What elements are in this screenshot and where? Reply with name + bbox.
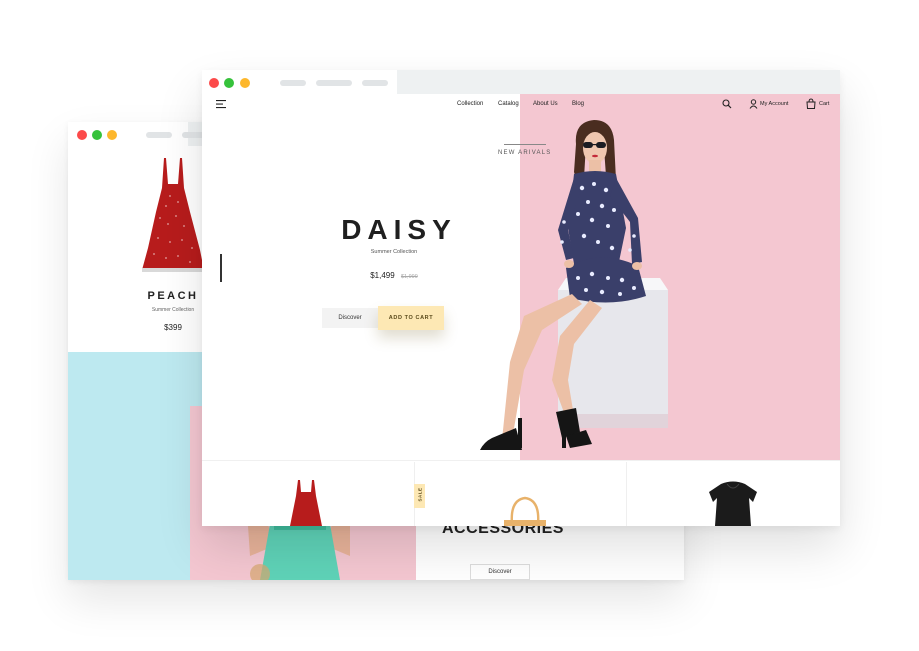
hero-price: $1,499 xyxy=(370,271,395,280)
handbag-thumbnail[interactable] xyxy=(500,494,550,526)
red-dress-thumbnail[interactable] xyxy=(288,480,324,526)
search-icon[interactable] xyxy=(722,99,732,109)
hero-old-price: $1,999 xyxy=(400,274,418,280)
cart-link[interactable]: Cart xyxy=(819,101,829,107)
front-browser-window: Collection Catalog About Us Blog My Acco… xyxy=(202,70,840,526)
cart-icon[interactable] xyxy=(806,98,816,109)
model-photo xyxy=(480,120,668,450)
discover-button[interactable]: Discover xyxy=(470,564,530,580)
maximize-window-icon[interactable] xyxy=(240,78,250,88)
hero-subtitle: Summer Collection xyxy=(370,249,418,255)
close-window-icon[interactable] xyxy=(77,130,87,140)
my-account-link[interactable]: My Account xyxy=(760,101,788,107)
hero-title: DAISY xyxy=(341,214,457,245)
minimize-window-icon[interactable] xyxy=(92,130,102,140)
nav-item-catalog[interactable]: Catalog xyxy=(498,101,519,107)
blue-promo-panel xyxy=(68,352,202,580)
nav-item-about-us[interactable]: About Us xyxy=(533,101,558,107)
divider xyxy=(626,462,627,526)
user-icon[interactable] xyxy=(749,99,758,109)
browser-tab-placeholder[interactable] xyxy=(316,80,352,86)
add-to-cart-button[interactable]: ADD TO CART xyxy=(378,306,444,330)
menu-icon[interactable] xyxy=(216,99,228,109)
black-dress-thumbnail[interactable] xyxy=(705,480,761,526)
slider-indicator[interactable] xyxy=(220,254,222,282)
browser-tab-placeholder[interactable] xyxy=(280,80,306,86)
browser-toolbar xyxy=(202,70,840,94)
red-dress-image xyxy=(142,158,204,272)
browser-tab-placeholder[interactable] xyxy=(362,80,388,86)
maximize-window-icon[interactable] xyxy=(107,130,117,140)
nav-item-blog[interactable]: Blog xyxy=(572,101,584,107)
close-window-icon[interactable] xyxy=(209,78,219,88)
discover-button[interactable]: Discover xyxy=(322,308,378,328)
sale-label: SALE xyxy=(417,487,423,502)
browser-tab-placeholder[interactable] xyxy=(146,132,172,138)
minimize-window-icon[interactable] xyxy=(224,78,234,88)
hero-price-row: $1,499 $1,999 xyxy=(334,271,454,280)
nav-item-collection[interactable]: Collection xyxy=(457,101,483,107)
